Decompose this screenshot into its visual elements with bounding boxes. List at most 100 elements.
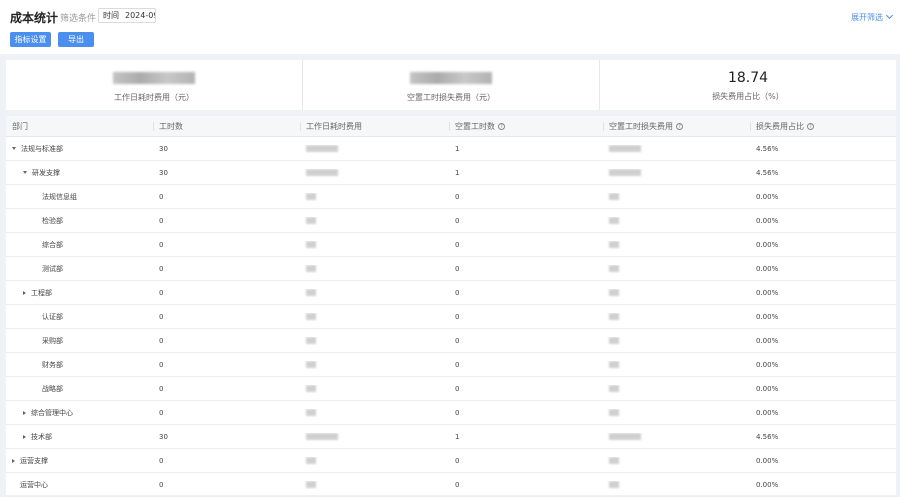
table-row[interactable]: 法规与标准部 30 1 4.56% bbox=[6, 137, 896, 161]
idle-hours-cell: 0 bbox=[455, 192, 460, 201]
column-header[interactable]: 损失费用占比? bbox=[750, 116, 896, 136]
dept-name: 运营中心 bbox=[20, 480, 48, 489]
expand-filters-link[interactable]: 展开筛选 bbox=[851, 11, 894, 23]
collapse-icon[interactable] bbox=[12, 147, 16, 150]
metric-settings-button[interactable]: 指标设置 bbox=[10, 32, 51, 47]
dept-cell: 检验部 bbox=[6, 216, 153, 226]
help-icon[interactable]: ? bbox=[498, 123, 505, 130]
redacted-value bbox=[306, 409, 316, 416]
hours-cell: 0 bbox=[159, 336, 164, 345]
column-header-label: 部门 bbox=[12, 122, 28, 131]
table-row[interactable]: 认证部 0 0 0.00% bbox=[6, 305, 896, 329]
loss-ratio-cell: 0.00% bbox=[756, 240, 779, 249]
dept-cell: 综合部 bbox=[6, 240, 153, 250]
dept-cell: 综合管理中心 bbox=[6, 408, 153, 418]
dept-name: 战略部 bbox=[42, 384, 63, 393]
table-row[interactable]: 运营中心 0 0 0.00% bbox=[6, 473, 896, 497]
top-bar: 成本统计 筛选条件 时间 2024-09 指标设置 导出 展开筛选 bbox=[0, 0, 900, 54]
help-icon[interactable]: ? bbox=[676, 123, 683, 130]
redacted-value bbox=[609, 313, 619, 320]
expand-icon[interactable] bbox=[23, 290, 26, 295]
idle-hours-cell: 1 bbox=[455, 168, 460, 177]
workday-cost-cell bbox=[300, 457, 449, 465]
idle-hours-cell: 0 bbox=[455, 240, 460, 249]
expand-icon[interactable] bbox=[12, 458, 15, 463]
idle-hours-cell: 0 bbox=[455, 360, 460, 369]
idle-hours-cell: 1 bbox=[455, 144, 460, 153]
table-body: 法规与标准部 30 1 4.56% 研发支撑 30 1 4.56% 法规信息组 0 0 0.00% 检验… bbox=[6, 137, 896, 497]
filter-label: 筛选条件 bbox=[60, 14, 97, 24]
workday-cost-cell bbox=[300, 169, 449, 177]
table-row[interactable]: 综合管理中心 0 0 0.00% bbox=[6, 401, 896, 425]
dept-cell: 运营中心 bbox=[6, 480, 153, 490]
table-header: 部门 工时数 工作日耗时费用 空置工时数? 空置工时损失费用? 损失费用占比? bbox=[6, 116, 896, 137]
column-header[interactable]: 工作日耗时费用 bbox=[300, 116, 449, 136]
dept-name: 检验部 bbox=[42, 216, 63, 225]
workday-cost-cell bbox=[300, 385, 449, 393]
chevron-down-icon bbox=[885, 11, 894, 20]
column-header[interactable]: 工时数 bbox=[153, 116, 300, 136]
table-row[interactable]: 财务部 0 0 0.00% bbox=[6, 353, 896, 377]
date-value: 2024-09 bbox=[125, 11, 156, 20]
workday-cost-cell bbox=[300, 433, 449, 441]
idle-loss-cell bbox=[603, 361, 750, 369]
workday-cost-cell bbox=[300, 481, 449, 489]
dept-cell: 财务部 bbox=[6, 360, 153, 370]
loss-ratio-cell: 0.00% bbox=[756, 336, 779, 345]
collapse-icon[interactable] bbox=[23, 171, 27, 174]
redacted-value bbox=[609, 193, 619, 200]
redacted-value bbox=[609, 481, 619, 488]
column-header[interactable]: 部门 bbox=[6, 116, 153, 136]
workday-cost-cell bbox=[300, 409, 449, 417]
workday-cost-cell bbox=[300, 361, 449, 369]
column-header[interactable]: 空置工时数? bbox=[449, 116, 603, 136]
column-header-label: 损失费用占比 bbox=[756, 122, 804, 131]
redacted-value bbox=[306, 241, 316, 248]
dept-cell: 运营支撑 bbox=[6, 456, 153, 466]
redacted-value bbox=[306, 433, 338, 440]
redacted-value bbox=[609, 241, 619, 248]
table-row[interactable]: 工程部 0 0 0.00% bbox=[6, 281, 896, 305]
table-row[interactable]: 研发支撑 30 1 4.56% bbox=[6, 161, 896, 185]
table-row[interactable]: 技术部 30 1 4.56% bbox=[6, 425, 896, 449]
table-row[interactable]: 战略部 0 0 0.00% bbox=[6, 377, 896, 401]
help-icon[interactable]: ? bbox=[807, 123, 814, 130]
table-row[interactable]: 检验部 0 0 0.00% bbox=[6, 209, 896, 233]
redacted-value bbox=[306, 481, 316, 488]
dept-name: 工程部 bbox=[31, 288, 52, 297]
dept-cell: 工程部 bbox=[6, 288, 153, 298]
table-row[interactable]: 测试部 0 0 0.00% bbox=[6, 257, 896, 281]
loss-ratio-cell: 0.00% bbox=[756, 360, 779, 369]
table-row[interactable]: 采购部 0 0 0.00% bbox=[6, 329, 896, 353]
table-row[interactable]: 法规信息组 0 0 0.00% bbox=[6, 185, 896, 209]
table-row[interactable]: 运营支撑 0 0 0.00% bbox=[6, 449, 896, 473]
idle-hours-cell: 0 bbox=[455, 336, 460, 345]
page-title: 成本统计 bbox=[10, 11, 59, 25]
idle-loss-cell bbox=[603, 481, 750, 489]
workday-cost-cell bbox=[300, 313, 449, 321]
redacted-value bbox=[609, 145, 641, 152]
table-row[interactable]: 综合部 0 0 0.00% bbox=[6, 233, 896, 257]
idle-hours-cell: 0 bbox=[455, 288, 460, 297]
idle-hours-cell: 1 bbox=[455, 432, 460, 441]
dept-name: 采购部 bbox=[42, 336, 63, 345]
idle-hours-cell: 0 bbox=[455, 384, 460, 393]
dept-name: 综合部 bbox=[42, 240, 63, 249]
hours-cell: 30 bbox=[159, 144, 168, 153]
idle-loss-cell bbox=[603, 337, 750, 345]
column-header[interactable]: 空置工时损失费用? bbox=[603, 116, 750, 136]
stat-label: 空置工时损失费用（元） bbox=[407, 93, 495, 102]
stat-loss-ratio: 18.74 损失费用占比（%） bbox=[599, 60, 896, 110]
date-filter[interactable]: 时间 2024-09 bbox=[98, 8, 156, 23]
redacted-value bbox=[306, 361, 316, 368]
hours-cell: 30 bbox=[159, 168, 168, 177]
export-button[interactable]: 导出 bbox=[58, 32, 94, 47]
column-header-label: 工作日耗时费用 bbox=[306, 122, 362, 131]
redacted-value bbox=[609, 169, 641, 176]
idle-loss-cell bbox=[603, 145, 750, 153]
expand-icon[interactable] bbox=[23, 410, 26, 415]
expand-icon[interactable] bbox=[23, 434, 26, 439]
redacted-value bbox=[306, 169, 338, 176]
dept-name: 运营支撑 bbox=[20, 456, 48, 465]
redacted-value bbox=[609, 457, 619, 464]
